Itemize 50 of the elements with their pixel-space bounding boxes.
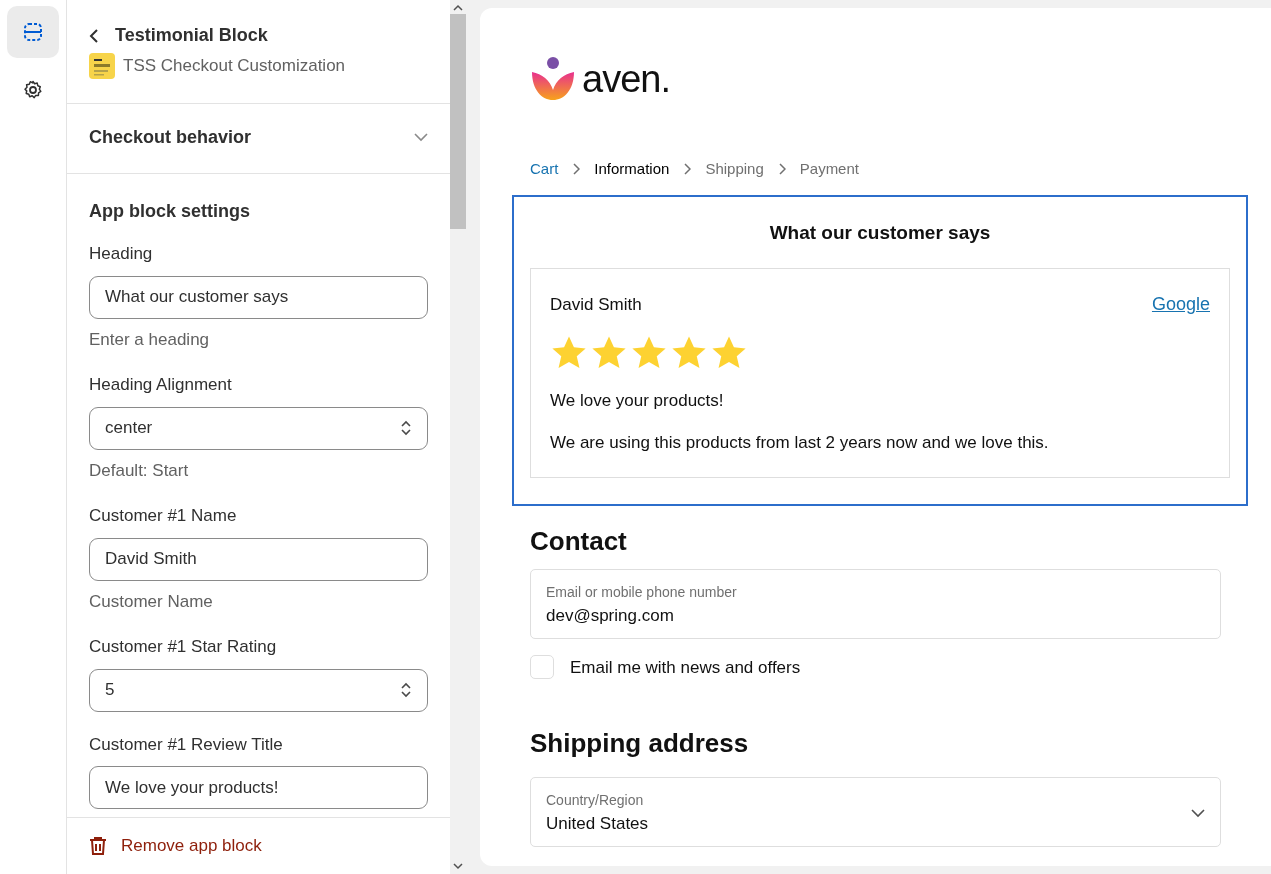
select-field[interactable]: center xyxy=(89,406,428,450)
chevron-right-icon xyxy=(683,163,692,176)
field-label: Heading xyxy=(89,243,154,265)
input-field[interactable]: We love your products! xyxy=(89,766,428,809)
input-field[interactable]: What our customer says xyxy=(89,275,428,319)
sidebar-tab[interactable] xyxy=(7,6,59,58)
up-down-icon xyxy=(400,681,412,699)
chevron-right-icon xyxy=(777,163,786,176)
shipping-heading: Shipping address xyxy=(530,727,750,760)
remove-block-link[interactable]: Remove app block xyxy=(121,833,262,859)
help-text: Default: Start xyxy=(89,459,190,482)
breadcrumb-item: Information xyxy=(594,159,670,179)
reviewer-name: David Smith xyxy=(550,293,642,316)
chevron-down-icon xyxy=(414,133,428,142)
review-text: We are using this products from last 2 years now and we love this. xyxy=(550,431,1050,454)
field-label: Heading Alignment xyxy=(89,374,233,396)
email-field[interactable]: Email or mobile phone number dev@spring.com xyxy=(530,569,1221,639)
settings-heading: App block settings xyxy=(89,200,251,223)
trash-icon[interactable] xyxy=(89,836,107,856)
input-field[interactable]: David Smith xyxy=(89,537,428,581)
testimonial-heading: What our customer says xyxy=(768,220,992,245)
field-label: Customer #1 Star Rating xyxy=(89,636,278,658)
up-down-icon xyxy=(400,419,412,437)
scroll-down-icon[interactable] xyxy=(453,862,463,870)
review-title: We love your products! xyxy=(550,390,725,412)
breadcrumb-item: Payment xyxy=(799,159,859,179)
breadcrumb-item[interactable]: Cart xyxy=(530,158,559,181)
contact-heading: Contact xyxy=(530,525,628,558)
panel-title: Testimonial Block xyxy=(115,24,268,47)
country-select[interactable]: Country/Region United States xyxy=(530,777,1221,847)
app-icon xyxy=(89,53,115,79)
logo-text: aven. xyxy=(582,56,670,102)
scroll-up-icon[interactable] xyxy=(453,4,463,12)
settings-icon xyxy=(23,80,43,100)
chevron-down-icon xyxy=(1191,808,1205,818)
layout-icon xyxy=(23,22,43,42)
back-icon[interactable] xyxy=(89,27,99,44)
field-label: Customer #1 Review Title xyxy=(89,733,284,756)
help-text: Customer Name xyxy=(89,590,214,613)
newsletter-label: Email me with news and offers xyxy=(570,656,801,679)
source-link[interactable]: Google xyxy=(1151,291,1210,318)
app-name: TSS Checkout Customization xyxy=(123,55,346,78)
select-field[interactable]: 5 xyxy=(89,668,428,712)
field-label: Customer #1 Name xyxy=(89,505,238,527)
help-text: Enter a heading xyxy=(89,328,211,351)
logo-icon xyxy=(530,56,576,102)
chevron-right-icon xyxy=(572,163,581,176)
newsletter-checkbox[interactable] xyxy=(530,655,554,680)
breadcrumb-item: Shipping xyxy=(705,159,764,179)
scrollbar-thumb[interactable] xyxy=(450,14,466,229)
